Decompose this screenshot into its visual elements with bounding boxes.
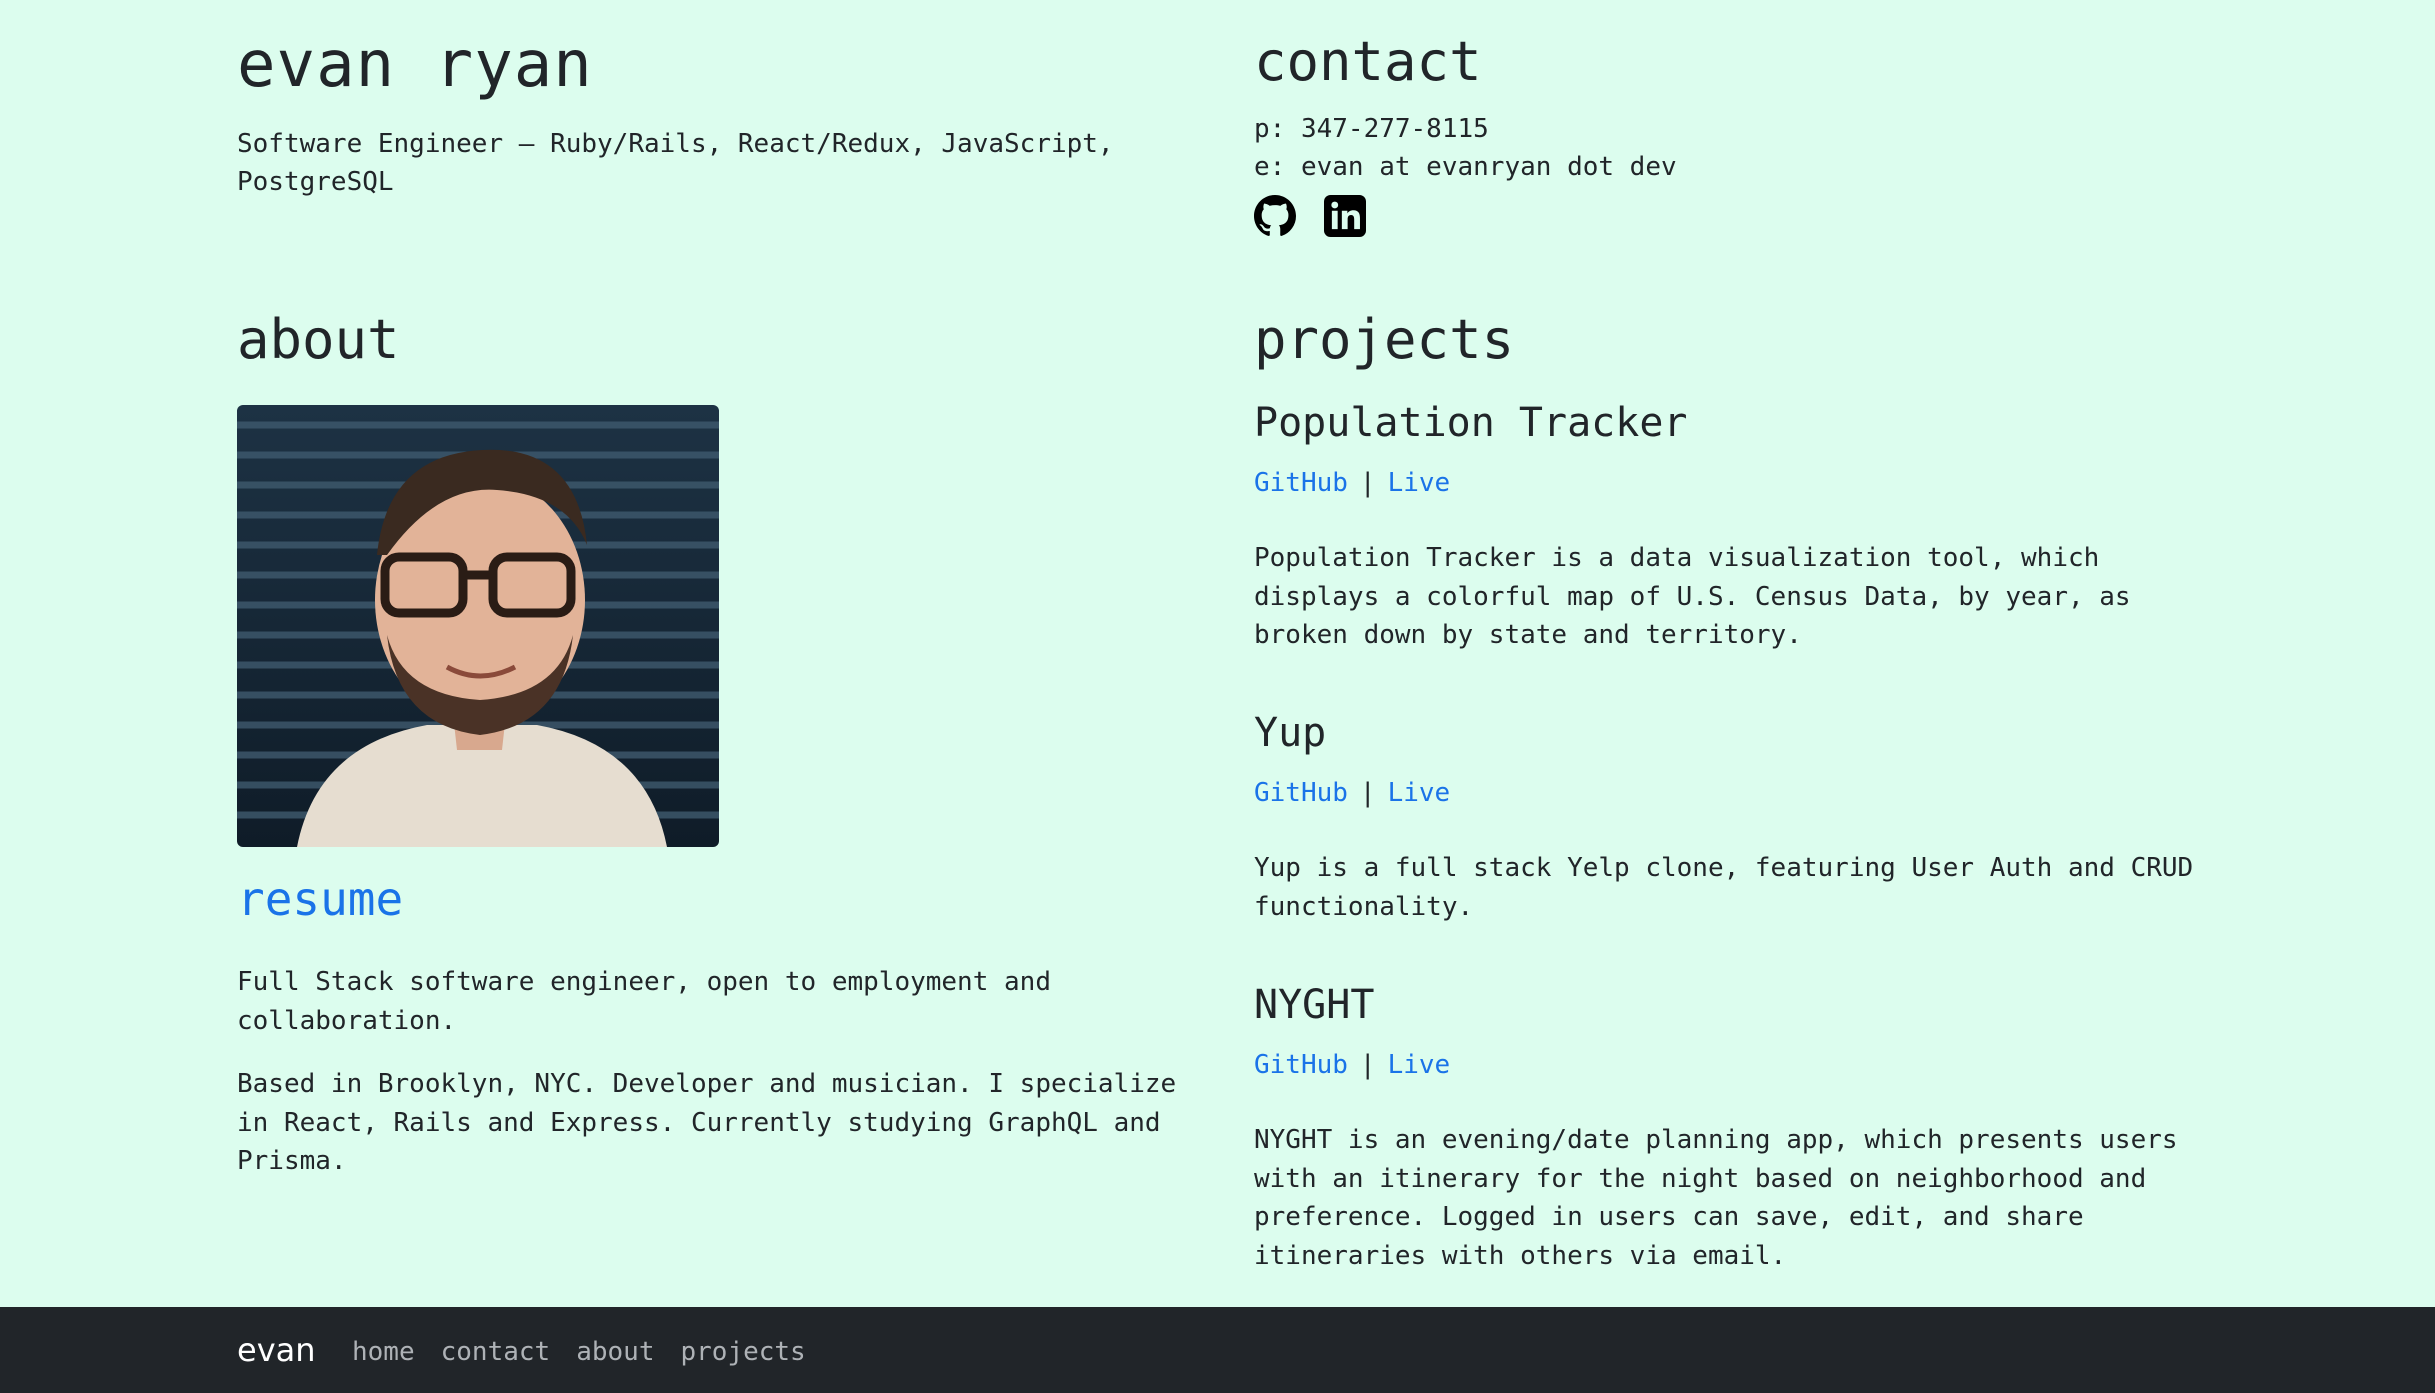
project-live-link[interactable]: Live: [1388, 1050, 1451, 1080]
project-live-link[interactable]: Live: [1388, 468, 1451, 498]
linkedin-icon[interactable]: [1324, 195, 1366, 237]
link-separator: |: [1359, 778, 1376, 808]
brand-link[interactable]: evan: [237, 1331, 316, 1369]
github-icon[interactable]: [1254, 195, 1296, 237]
nav-projects[interactable]: projects: [680, 1337, 805, 1367]
contact-heading: contact: [1254, 30, 1482, 93]
social-links: [1254, 195, 1366, 237]
footer-navbar: evan home contact about projects: [0, 1307, 2435, 1393]
project-description: Yup is a full stack Yelp clone, featurin…: [1254, 853, 2194, 922]
project-description: Population Tracker is a data visualizati…: [1254, 543, 2131, 650]
profile-photo: [237, 405, 719, 847]
contact-phone: p: 347-277-8115: [1254, 114, 1489, 144]
about-paragraph-2: Based in Brooklyn, NYC. Developer and mu…: [237, 1069, 1177, 1176]
project-links: GitHub | Live: [1254, 1050, 1450, 1080]
about-paragraph-1: Full Stack software engineer, open to em…: [237, 967, 1051, 1036]
projects-heading: projects: [1254, 308, 1515, 371]
link-separator: |: [1359, 468, 1376, 498]
project-github-link[interactable]: GitHub: [1254, 468, 1348, 498]
nav-home[interactable]: home: [352, 1337, 415, 1367]
project-github-link[interactable]: GitHub: [1254, 778, 1348, 808]
nav-contact[interactable]: contact: [441, 1337, 551, 1367]
page-title: evan ryan: [237, 28, 593, 102]
nav-about[interactable]: about: [576, 1337, 654, 1367]
project-links: GitHub | Live: [1254, 468, 1450, 498]
project-github-link[interactable]: GitHub: [1254, 1050, 1348, 1080]
project-title: Yup: [1254, 710, 1327, 756]
footer-nav: home contact about projects: [352, 1337, 806, 1367]
project-title: Population Tracker: [1254, 400, 1688, 446]
resume-link[interactable]: resume: [237, 872, 403, 926]
contact-email: e: evan at evanryan dot dev: [1254, 152, 1677, 182]
project-title: NYGHT: [1254, 982, 1375, 1028]
link-separator: |: [1359, 1050, 1376, 1080]
project-description: NYGHT is an evening/date planning app, w…: [1254, 1125, 2178, 1271]
subtitle: Software Engineer – Ruby/Rails, React/Re…: [237, 129, 1114, 197]
project-live-link[interactable]: Live: [1388, 778, 1451, 808]
about-heading: about: [237, 308, 400, 371]
project-links: GitHub | Live: [1254, 778, 1450, 808]
